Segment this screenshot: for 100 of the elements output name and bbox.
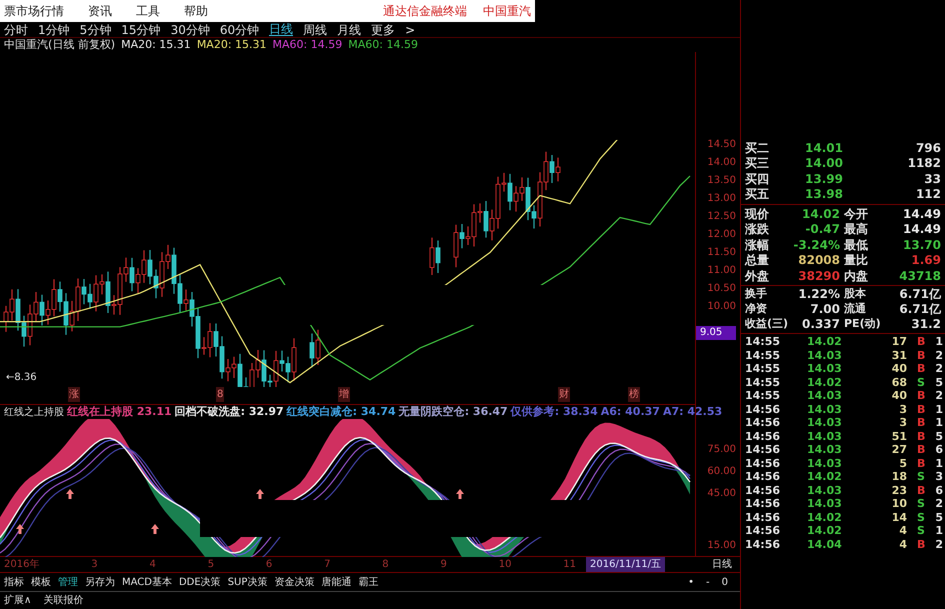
date-axis-label: 9 <box>440 558 447 572</box>
indicator-tab[interactable]: 模板 <box>31 574 51 590</box>
up-arrow-icon <box>16 524 24 534</box>
stat-value: 14.49 <box>903 206 941 223</box>
bid-price: 14.00 <box>805 155 843 172</box>
tick-side: B <box>917 536 926 552</box>
footer-link[interactable]: 扩展∧ <box>4 593 32 608</box>
tick-price: 14.02 <box>807 469 843 485</box>
tick-side: B <box>917 361 926 377</box>
period-tab[interactable]: 分时 <box>4 24 28 36</box>
up-arrow-icon <box>456 489 464 499</box>
indicator-tab[interactable]: 资金决策 <box>274 574 314 590</box>
stat-label: 收益(三) <box>745 316 789 332</box>
date-axis-label: 6 <box>266 558 272 572</box>
date-axis-label: 5 <box>208 558 214 572</box>
bid-label: 买三 <box>745 155 770 172</box>
bid-volume: 33 <box>924 170 941 188</box>
stat-label: 现价 <box>745 206 770 223</box>
indicator-tab[interactable]: 指标 <box>4 574 24 590</box>
zoom-control[interactable]: • <box>688 574 694 590</box>
bid-volume: 112 <box>916 186 941 204</box>
indicator-tab[interactable]: SUP决策 <box>228 574 268 590</box>
indicator-value: 回档不破洗盘: 32.97 <box>174 404 284 420</box>
stat-label: 最低 <box>844 236 868 254</box>
tick-count: 2 <box>935 388 944 404</box>
price-axis-label: 12.00 <box>707 230 736 240</box>
indicator-tab[interactable]: 唐能通 <box>321 574 352 590</box>
stat-label: 最高 <box>844 221 868 238</box>
indicator-axis-label: 75.00 <box>707 445 736 455</box>
stat-value: 6.71亿 <box>899 286 941 303</box>
tick-price: 14.03 <box>807 415 843 431</box>
tick-side: B <box>917 456 926 472</box>
indicator-tab[interactable]: MACD基本 <box>122 574 172 590</box>
zoom-control[interactable]: - <box>706 574 710 590</box>
tick-volume: 23 <box>890 482 907 498</box>
menu-item[interactable]: 工具 <box>136 2 160 20</box>
indicator-tab[interactable]: 管理 <box>58 574 78 590</box>
tick-volume: 3 <box>898 402 907 418</box>
event-marker: 增 <box>338 387 350 402</box>
tick-volume: 14 <box>890 510 907 526</box>
tick-count: 1 <box>935 415 944 431</box>
tick-time: 14:56 <box>745 469 782 485</box>
stat-label: 换手 <box>745 286 768 302</box>
tick-price: 14.03 <box>807 388 843 404</box>
price-axis-label: 10.50 <box>707 284 736 294</box>
period-tab[interactable]: 30分钟 <box>170 24 210 36</box>
tick-time: 14:56 <box>745 402 782 418</box>
tick-side: S <box>917 523 926 539</box>
up-arrow-icon <box>151 524 159 534</box>
period-tab[interactable]: 1分钟 <box>38 24 70 36</box>
bid-price: 14.01 <box>805 140 843 157</box>
menu-item[interactable]: 帮助 <box>184 2 208 20</box>
tick-side: B <box>917 388 926 404</box>
up-arrow-icon <box>256 489 264 499</box>
indicator-tab[interactable]: 另存为 <box>85 574 115 590</box>
price-axis-label: 12.50 <box>707 212 736 222</box>
event-marker: 财 <box>558 387 570 402</box>
price-axis-label: 13.50 <box>707 176 736 186</box>
tick-price: 14.03 <box>807 348 843 364</box>
date-axis-label: 3 <box>91 558 98 572</box>
period-tab[interactable]: 5分钟 <box>80 24 112 36</box>
date-axis-label: 8 <box>382 558 389 572</box>
app-title: 中国重汽 <box>483 3 531 20</box>
menu-item[interactable]: 资讯 <box>88 2 112 20</box>
period-tab[interactable]: 15分钟 <box>121 24 161 36</box>
price-axis-label: 14.00 <box>707 158 736 168</box>
indicator-value: 仅供参考: 38.34 <box>510 404 598 420</box>
tick-count: 1 <box>935 334 944 350</box>
tick-side: S <box>917 374 926 390</box>
tick-count: 2 <box>935 361 944 377</box>
period-tab[interactable]: 更多 <box>371 24 396 36</box>
tick-count: 1 <box>935 456 944 472</box>
tick-count: 3 <box>935 469 944 485</box>
indicator-tab[interactable]: 霸王 <box>358 574 378 590</box>
indicator-value: 无量阴跌空仓: 36.47 <box>398 404 508 420</box>
tick-side: B <box>917 442 926 458</box>
period-tab[interactable]: 日线 <box>269 23 294 36</box>
indicator-value: 红线突白减仓: 34.74 <box>286 404 396 420</box>
ma-value: MA20: 15.31 <box>121 36 191 53</box>
tick-count: 6 <box>935 482 944 498</box>
price-axis-label: 11.50 <box>707 248 736 258</box>
stat-value: 1.69 <box>911 252 941 270</box>
tick-time: 14:56 <box>745 496 782 512</box>
tick-side: B <box>917 415 926 431</box>
ma-value: MA60: 14.59 <box>272 36 342 53</box>
period-tab[interactable]: 月线 <box>337 24 362 36</box>
tick-time: 14:56 <box>745 536 782 552</box>
menu-item[interactable]: 票市场行情 <box>4 2 64 20</box>
indicator-tab[interactable]: DDE决策 <box>178 574 221 590</box>
period-tab[interactable]: 60分钟 <box>220 24 260 36</box>
chart-title: 中国重汽(日线 前复权) <box>4 36 116 53</box>
period-tab[interactable]: 周线 <box>303 24 328 36</box>
footer-link[interactable]: 关联报价 <box>43 593 84 608</box>
event-marker: 涨 <box>68 387 80 402</box>
tick-time: 14:56 <box>745 456 782 472</box>
stat-value: 7.00 <box>809 301 840 318</box>
tick-price: 14.03 <box>807 496 843 512</box>
period-label: 日线 <box>712 558 732 572</box>
zoom-control[interactable]: 0 <box>722 574 728 590</box>
next-arrow[interactable]: > <box>405 20 416 38</box>
